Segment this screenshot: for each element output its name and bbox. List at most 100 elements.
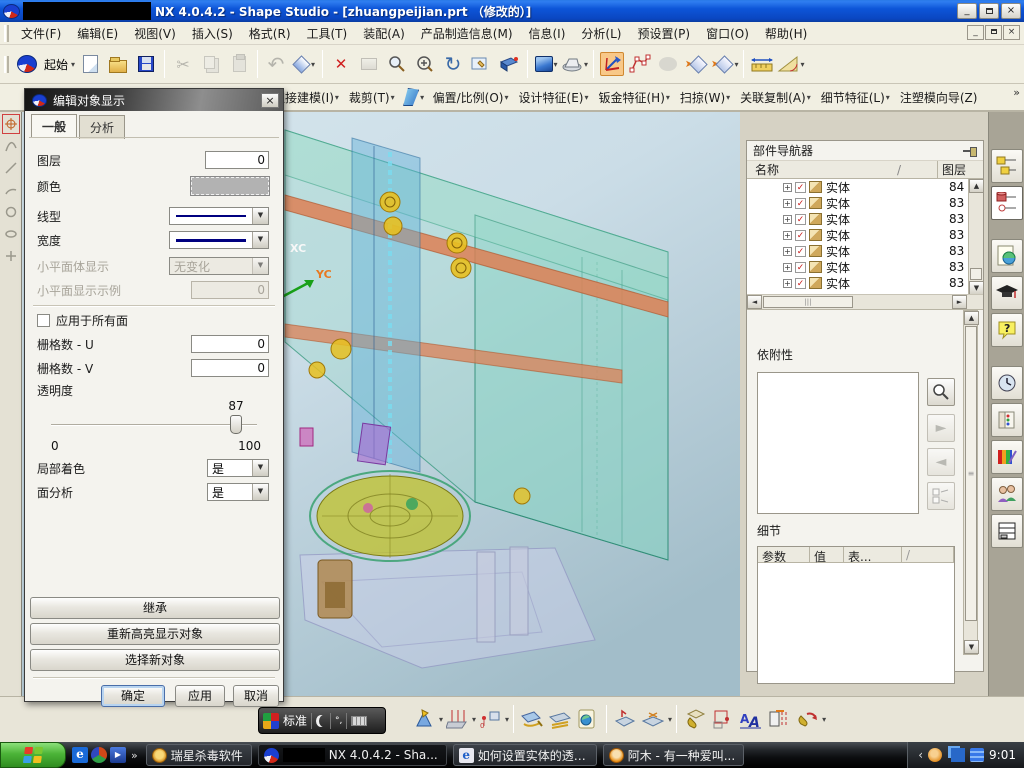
tree-horizontal-scrollbar[interactable]: ◄ ||| ►: [747, 295, 983, 310]
table-row[interactable]: + ✓ 实体 83: [747, 211, 983, 227]
restore-button[interactable]: [979, 3, 999, 19]
toolbar-overflow-button[interactable]: »: [1013, 86, 1020, 99]
save-button[interactable]: [133, 49, 159, 79]
grid-u-input[interactable]: 0: [191, 335, 269, 353]
measure-angle-button[interactable]: ▾: [777, 49, 804, 79]
nx-app-icon[interactable]: [3, 3, 20, 19]
taskbar-item-rising-antivirus[interactable]: 瑞星杀毒软件: [145, 744, 252, 766]
ime-keyboard-icon[interactable]: [351, 715, 368, 726]
menu-file[interactable]: 文件(F): [13, 22, 69, 45]
table-row[interactable]: + ✓ 实体 83: [747, 275, 983, 291]
color-swatch[interactable]: [190, 176, 270, 196]
mold-wizard-button[interactable]: 注塑模向导(Z): [895, 87, 983, 108]
ime-language-bar[interactable]: 标准 °,: [258, 707, 386, 734]
new-part-button[interactable]: [77, 49, 103, 79]
ime-logo-icon[interactable]: [263, 712, 279, 729]
column-value[interactable]: 值: [810, 547, 844, 564]
navigator-column-header[interactable]: 名称 / 图层: [747, 161, 983, 179]
pan-view-button[interactable]: [468, 49, 494, 79]
tray-network-icon[interactable]: [951, 748, 966, 762]
cancel-button[interactable]: 取消: [233, 685, 279, 707]
inherit-button[interactable]: 继承: [30, 597, 280, 619]
slider-handle[interactable]: [230, 415, 242, 434]
menu-analysis[interactable]: 分析(L): [573, 22, 629, 45]
adjust-tool-button[interactable]: [794, 706, 820, 732]
table-row[interactable]: + ✓ 实体 83: [747, 259, 983, 275]
expand-icon[interactable]: +: [783, 246, 792, 256]
checkbox-checked-icon[interactable]: ✓: [795, 197, 806, 209]
part-navigator-button[interactable]: [990, 186, 1023, 220]
column-layer[interactable]: 图层: [937, 161, 983, 178]
tab-analysis[interactable]: 分析: [79, 115, 126, 139]
column-parameter[interactable]: 参数: [758, 547, 810, 564]
quicklaunch-overflow-button[interactable]: »: [131, 749, 138, 762]
copy-object-button[interactable]: ➤▾: [711, 49, 738, 79]
slider-track[interactable]: [51, 424, 257, 426]
taskbar-item-chat[interactable]: 阿木 - 有一种爱叫...: [602, 744, 745, 766]
taskbar-item-browser[interactable]: e 如何设置实体的透明...: [452, 744, 597, 766]
sweep-button[interactable]: 扫掠(W) ▾: [675, 87, 735, 108]
grid-v-input[interactable]: 0: [191, 359, 269, 377]
scroll-up-icon[interactable]: ▲: [969, 179, 983, 193]
open-button[interactable]: [105, 49, 131, 79]
synchronous-button[interactable]: ▾: [401, 82, 427, 112]
trim-button[interactable]: 裁剪(T) ▾: [344, 87, 400, 108]
column-name[interactable]: 名称: [747, 161, 897, 178]
transparency-slider[interactable]: [37, 415, 271, 435]
quicklaunch-app-icon[interactable]: [91, 747, 107, 763]
node-label[interactable]: 实体: [826, 227, 850, 244]
table-row[interactable]: + ✓ 实体 83: [747, 243, 983, 259]
sketch-constraint-button[interactable]: [710, 706, 736, 732]
move-object-button[interactable]: ➤: [683, 49, 709, 79]
select-new-objects-button[interactable]: 选择新对象: [30, 649, 280, 671]
start-button[interactable]: [0, 742, 66, 768]
menu-pmi[interactable]: 产品制造信息(M): [413, 22, 521, 45]
pin-icon[interactable]: [963, 145, 977, 157]
details-header[interactable]: 参数 值 表... /: [758, 547, 954, 564]
roles-button[interactable]: [990, 276, 1023, 310]
point-constructor-button[interactable]: 0: [477, 706, 503, 732]
mdi-minimize-button[interactable]: _: [967, 25, 984, 40]
scroll-left-icon[interactable]: ◄: [747, 295, 762, 309]
menu-insert[interactable]: 插入(S): [184, 22, 241, 45]
column-expression[interactable]: 表...: [844, 547, 902, 564]
ime-mode-label[interactable]: 标准: [283, 712, 307, 729]
tree-vertical-scrollbar[interactable]: ▲ ▼: [968, 179, 983, 294]
mdi-restore-button[interactable]: [985, 25, 1002, 40]
expand-icon[interactable]: +: [783, 182, 792, 192]
toolbar-grip-handle[interactable]: [4, 55, 9, 73]
shaded-face-button[interactable]: [496, 49, 522, 79]
scroll-thumb[interactable]: ≡: [965, 326, 977, 621]
expand-icon[interactable]: +: [783, 198, 792, 208]
help-button[interactable]: ?: [990, 313, 1023, 347]
trim-body-button[interactable]: [640, 706, 666, 732]
detail-feature-button[interactable]: 细节特征(L) ▾: [816, 87, 895, 108]
checkbox-checked-icon[interactable]: ✓: [795, 245, 806, 257]
node-label[interactable]: 实体: [826, 195, 850, 212]
find-dependencies-button[interactable]: [927, 378, 955, 406]
shaded-view-button[interactable]: ▾: [533, 49, 559, 79]
dialog-titlebar[interactable]: 编辑对象显示 ×: [25, 89, 283, 111]
taskbar-item-nx[interactable]: NX 4.0.4.2 - Sha...: [257, 744, 447, 766]
quicklaunch-ie-icon[interactable]: e: [72, 747, 88, 763]
menu-view[interactable]: 视图(V): [126, 22, 184, 45]
wireframe-view-button[interactable]: ▾: [561, 49, 588, 79]
zoom-region-button[interactable]: [384, 49, 410, 79]
checkbox-checked-icon[interactable]: ✓: [795, 213, 806, 225]
menu-format[interactable]: 格式(R): [241, 22, 299, 45]
scroll-down-icon[interactable]: ▼: [964, 640, 979, 654]
linetype-dropdown[interactable]: ▼: [169, 207, 269, 225]
taskbar-clock[interactable]: 9:01: [989, 748, 1016, 762]
table-row[interactable]: + ✓ 实体 83: [747, 227, 983, 243]
visualization-button[interactable]: [990, 440, 1023, 474]
tray-expand-button[interactable]: ‹: [918, 748, 923, 762]
details-table[interactable]: 参数 值 表... /: [757, 546, 955, 684]
dependencies-list[interactable]: [757, 372, 919, 514]
menu-help[interactable]: 帮助(H): [757, 22, 815, 45]
node-label[interactable]: 实体: [826, 275, 850, 292]
expand-icon[interactable]: +: [783, 278, 792, 288]
assembly-navigator-button[interactable]: [990, 149, 1023, 183]
apply-button[interactable]: 应用: [175, 685, 225, 707]
datum-plane-button[interactable]: [444, 706, 470, 732]
face-analysis-dropdown[interactable]: 是 ▼: [207, 483, 269, 501]
